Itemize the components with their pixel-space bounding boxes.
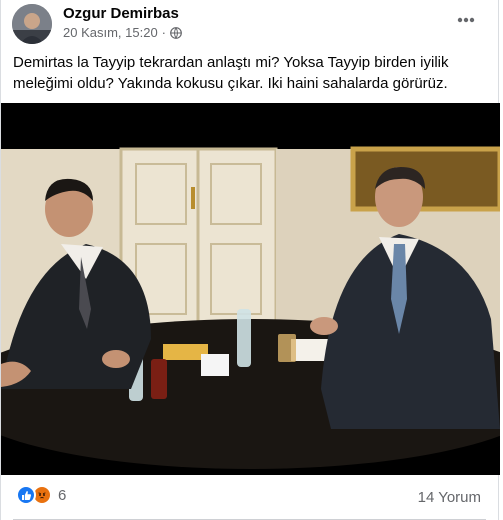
post-header: Ozgur Demirbas 20 Kasım, 15:20 · bbox=[1, 0, 498, 44]
post-date[interactable]: 20 Kasım, 15:20 bbox=[63, 25, 158, 40]
comment-count-link[interactable]: 14 Yorum bbox=[418, 489, 481, 506]
avatar-image bbox=[12, 4, 52, 44]
meeting-photo bbox=[1, 103, 500, 475]
post-text: Demirtas la Tayyip tekrardan anlaştı mi?… bbox=[13, 54, 449, 92]
author-name[interactable]: Ozgur Demirbas bbox=[63, 5, 179, 22]
more-dots-icon[interactable] bbox=[454, 8, 478, 32]
author-avatar[interactable] bbox=[12, 4, 52, 44]
facebook-post: Ozgur Demirbas 20 Kasım, 15:20 · Demirta… bbox=[0, 0, 500, 520]
post-photo[interactable] bbox=[1, 103, 500, 475]
meta-separator: · bbox=[161, 25, 167, 40]
like-icon bbox=[16, 485, 36, 505]
reaction-count: 6 bbox=[58, 486, 67, 504]
post-footer: 6 14 Yorum bbox=[1, 475, 498, 520]
globe-icon[interactable] bbox=[170, 26, 182, 39]
reactions-summary[interactable]: 6 bbox=[16, 485, 66, 505]
post-meta: 20 Kasım, 15:20 · bbox=[63, 25, 182, 40]
